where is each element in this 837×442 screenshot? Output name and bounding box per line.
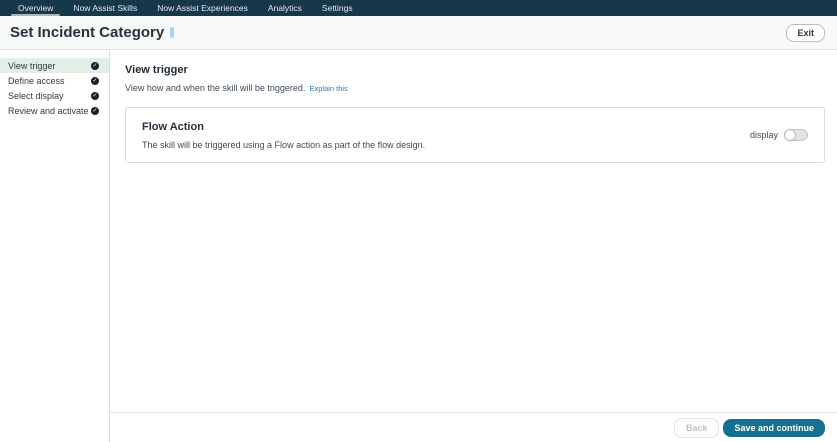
explain-this-link[interactable]: Explain this (309, 84, 347, 93)
step-sidebar: View trigger ✓ Define access ✓ Select displa… (0, 50, 110, 442)
main-panel: View trigger View how and when the skill… (110, 50, 837, 412)
check-circle-icon: ✓ (91, 91, 99, 100)
display-toggle-row: display (750, 129, 808, 141)
top-nav: Overview Now Assist Skills Now Assist Expe… (0, 0, 837, 16)
toggle-label: display (749, 130, 778, 140)
check-circle-icon: ✓ (91, 61, 99, 70)
step-label: Select display (8, 90, 64, 101)
step-label: Review and activate (8, 105, 89, 116)
section-heading: View trigger (125, 64, 188, 76)
card-description: The skill will be triggered using a Flow… (142, 139, 426, 150)
footer-bar: Back Save and continue (110, 412, 837, 442)
nav-item-overview[interactable]: Overview (8, 0, 63, 16)
content-area: View trigger View how and when the skill… (110, 50, 837, 442)
flow-action-card: Flow Action The skill will be triggered … (125, 107, 825, 163)
page-title: Set Incident Category (10, 24, 165, 41)
info-icon (170, 27, 175, 38)
body: View trigger ✓ Define access ✓ Select displa… (0, 50, 837, 442)
nav-item-now-assist-skills[interactable]: Now Assist Skills (63, 0, 147, 16)
save-and-continue-button[interactable]: Save and continue (723, 418, 825, 437)
nav-item-now-assist-experiences[interactable]: Now Assist Experiences (147, 0, 258, 16)
nav-item-settings[interactable]: Settings (312, 0, 363, 16)
card-title: Flow Action (142, 120, 204, 133)
nav-item-analytics[interactable]: Analytics (258, 0, 312, 16)
section-description-text: View how and when the skill will be trig… (125, 83, 306, 93)
card-text: Flow Action The skill will be triggered … (142, 121, 425, 150)
check-circle-icon: ✓ (91, 106, 99, 115)
section-description: View how and when the skill will be trig… (125, 83, 825, 93)
sidebar-step-define-access[interactable]: Define access ✓ (0, 73, 109, 88)
page-header: Set Incident Category Exit (0, 16, 837, 50)
sidebar-step-review-and-activate[interactable]: Review and activate ✓ (0, 103, 109, 118)
sidebar-step-view-trigger[interactable]: View trigger ✓ (0, 58, 109, 73)
back-button[interactable]: Back (673, 417, 720, 438)
sidebar-step-select-display[interactable]: Select display ✓ (0, 88, 109, 103)
toggle-knob-icon (784, 129, 796, 141)
step-label: Define access (8, 75, 65, 86)
display-toggle[interactable] (784, 129, 808, 141)
check-circle-icon: ✓ (91, 76, 99, 85)
exit-button[interactable]: Exit (786, 23, 825, 42)
step-label: View trigger (8, 60, 56, 71)
